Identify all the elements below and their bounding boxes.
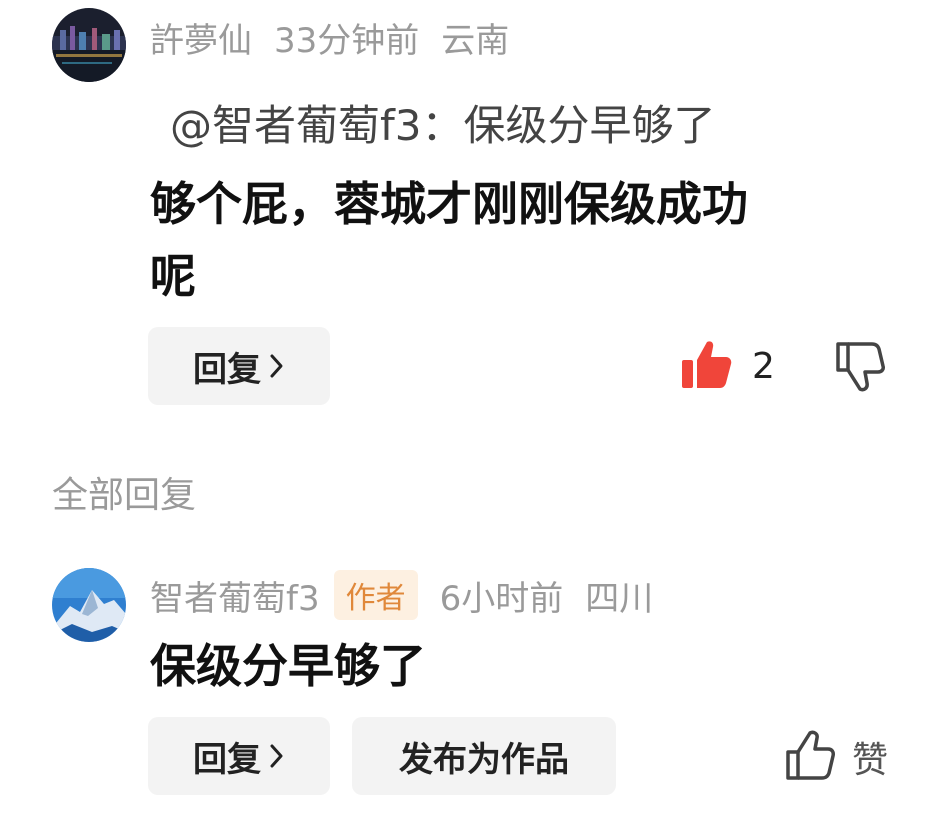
avatar-night-city-image (52, 8, 126, 82)
comment-text: 够个屁，蓉城才刚刚保级成功 呢 (150, 168, 748, 312)
chevron-right-icon (269, 353, 285, 379)
quoted-reply: @智者葡萄f3：保级分早够了 (170, 101, 716, 150)
chevron-right-icon (269, 743, 285, 769)
comment-location: 云南 (441, 20, 510, 61)
comment-dislike-button[interactable] (834, 340, 886, 398)
comment-time: 33分钟前 (274, 20, 420, 61)
avatar[interactable] (52, 8, 126, 82)
reply-username[interactable]: 智者葡萄f3 (150, 571, 320, 620)
comment-thread: 許夢仙 33分钟前 云南 @智者葡萄f3：保级分早够了 够个屁，蓉城才刚刚保级成… (0, 0, 946, 820)
publish-as-work-label: 发布为作品 (399, 739, 569, 780)
reply-reply-label: 回复 (193, 739, 261, 780)
comment-reply-button[interactable]: 回复 (148, 327, 330, 405)
avatar-mountain-image (52, 568, 126, 642)
reply-time: 6小时前 (439, 578, 564, 619)
comment-text-line-2: 呢 (150, 249, 196, 303)
like-label: 赞 (852, 740, 889, 781)
comment-reply-label: 回复 (193, 349, 261, 390)
thumbs-up-filled-icon (678, 336, 734, 396)
publish-as-work-button[interactable]: 发布为作品 (352, 717, 616, 795)
reply-meta: 智者葡萄f3 作者 6小时前 四川 (150, 570, 675, 620)
comment-meta: 許夢仙 33分钟前 云南 (150, 12, 531, 62)
comment-like-button[interactable]: 2 (678, 336, 775, 396)
thumbs-up-icon (784, 728, 836, 786)
reply-location: 四川 (585, 578, 654, 619)
author-badge: 作者 (333, 570, 418, 620)
comment-username[interactable]: 許夢仙 (150, 13, 252, 62)
comment-text-line-1: 够个屁，蓉城才刚刚保级成功 (150, 177, 748, 231)
thumbs-down-icon (834, 340, 886, 398)
like-count: 2 (752, 345, 775, 387)
reply-reply-button[interactable]: 回复 (148, 717, 330, 795)
reply-text: 保级分早够了 (150, 639, 426, 693)
avatar[interactable] (52, 568, 126, 642)
all-replies-title: 全部回复 (52, 475, 197, 516)
reply-like-button[interactable]: 赞 (784, 728, 888, 786)
